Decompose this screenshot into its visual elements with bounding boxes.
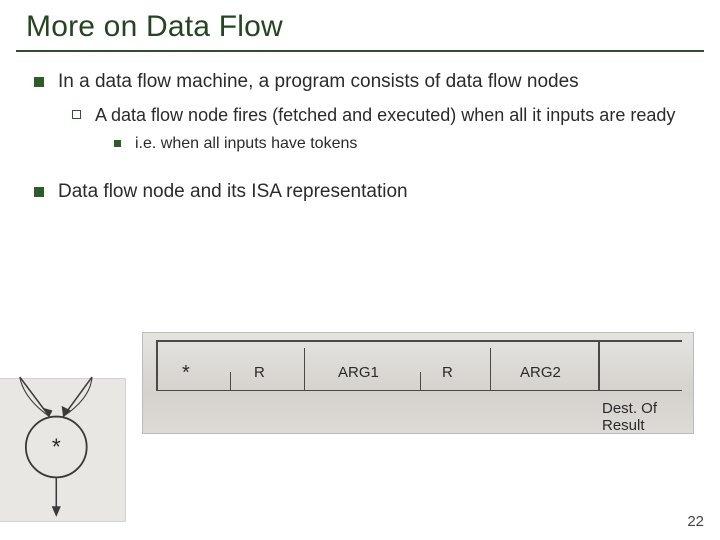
isa-diagram: * R ARG1 R ARG2 Dest. Of Result [142, 332, 694, 434]
square-bullet-icon [34, 187, 44, 197]
square-bullet-icon [34, 77, 44, 87]
figures-row: * * R ARG1 R ARG2 Dest. Of Result [26, 326, 694, 492]
small-square-bullet-icon [114, 140, 121, 147]
bullet-text: A data flow node fires (fetched and exec… [95, 104, 694, 127]
bullet-text: i.e. when all inputs have tokens [135, 134, 694, 154]
node-operator: * [52, 434, 61, 460]
isa-field-arg2: ARG2 [520, 364, 561, 381]
page-number: 22 [687, 513, 704, 530]
isa-field-dest: Dest. Of Result [602, 400, 694, 434]
isa-divider [490, 348, 491, 390]
spacer [26, 162, 694, 180]
isa-divider [598, 340, 600, 390]
title-underline [16, 50, 704, 52]
isa-field-r2: R [442, 364, 453, 381]
isa-divider [230, 372, 231, 390]
bullet-level2: A data flow node fires (fetched and exec… [72, 104, 694, 127]
bullet-level1: In a data flow machine, a program consis… [34, 70, 694, 94]
slide: More on Data Flow In a data flow machine… [0, 0, 720, 540]
isa-field-r1: R [254, 364, 265, 381]
isa-field-op: * [182, 362, 190, 385]
isa-divider [420, 372, 421, 390]
slide-body: In a data flow machine, a program consis… [26, 70, 694, 204]
dataflow-node-diagram: * [0, 374, 130, 526]
isa-divider [156, 340, 158, 390]
isa-top-line [156, 340, 682, 342]
bullet-level3: i.e. when all inputs have tokens [114, 134, 694, 154]
isa-divider [304, 348, 305, 390]
hollow-square-bullet-icon [72, 110, 81, 119]
bullet-level1: Data flow node and its ISA representatio… [34, 180, 694, 204]
isa-field-arg1: ARG1 [338, 364, 379, 381]
bullet-text: In a data flow machine, a program consis… [58, 70, 694, 94]
isa-mid-line [156, 390, 682, 391]
dataflow-node-svg: * [0, 374, 130, 526]
bullet-text: Data flow node and its ISA representatio… [58, 180, 694, 204]
slide-title: More on Data Flow [26, 10, 694, 44]
